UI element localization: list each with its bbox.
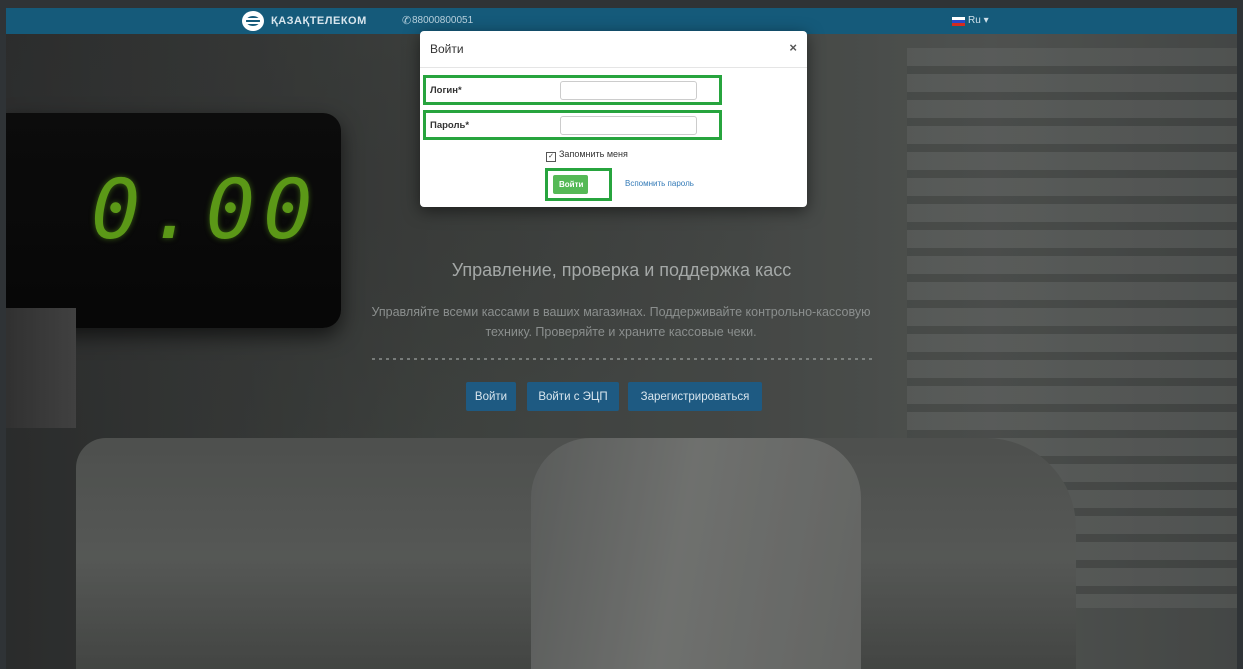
password-row-highlight: Пароль* <box>423 110 722 140</box>
password-input[interactable] <box>560 116 697 135</box>
language-label: Ru <box>968 15 981 26</box>
browser-viewport: 0.00 ҚАЗАҚТЕЛЕКОМ ✆ 88000800051 Ru ▾ Упр… <box>6 8 1237 669</box>
remember-label: Запомнить меня <box>559 149 628 159</box>
modal-header: Войти × <box>420 31 807 68</box>
brand-name[interactable]: ҚАЗАҚТЕЛЕКОМ <box>271 15 367 27</box>
login-input[interactable] <box>560 81 697 100</box>
hero-title: Управление, проверка и поддержка касс <box>451 260 792 280</box>
phone-number[interactable]: 88000800051 <box>412 15 473 26</box>
remember-checkbox[interactable]: ✓ <box>546 152 556 162</box>
modal-title: Войти <box>430 42 464 56</box>
russia-flag-icon[interactable] <box>952 17 965 26</box>
submit-highlight: Войти <box>545 168 612 201</box>
hero-divider <box>372 358 872 360</box>
hero-subtitle: Управляйте всеми кассами в ваших магазин… <box>371 305 871 339</box>
login-row-highlight: Логин* <box>423 75 722 105</box>
hero-login-button[interactable]: Войти <box>466 382 516 411</box>
remember-me[interactable]: ✓ Запомнить меня <box>546 149 628 162</box>
login-submit-button[interactable]: Войти <box>553 175 588 194</box>
close-icon[interactable]: × <box>789 40 797 55</box>
password-label: Пароль* <box>430 120 470 131</box>
hero-register-button[interactable]: Зарегистрироваться <box>628 382 762 411</box>
hero-login-ecp-button[interactable]: Войти с ЭЦП <box>527 382 619 411</box>
login-label: Логин* <box>430 85 462 96</box>
forgot-password-link[interactable]: Вспомнить пароль <box>625 179 694 188</box>
kazakhtelecom-logo-icon[interactable] <box>242 11 264 31</box>
chevron-down-icon: ▾ <box>983 15 989 26</box>
phone-icon: ✆ <box>402 15 412 27</box>
login-modal: Войти × Логин* Пароль* ✓ Запомнить меня В… <box>420 31 807 207</box>
language-selector[interactable]: Ru ▾ <box>968 15 989 26</box>
